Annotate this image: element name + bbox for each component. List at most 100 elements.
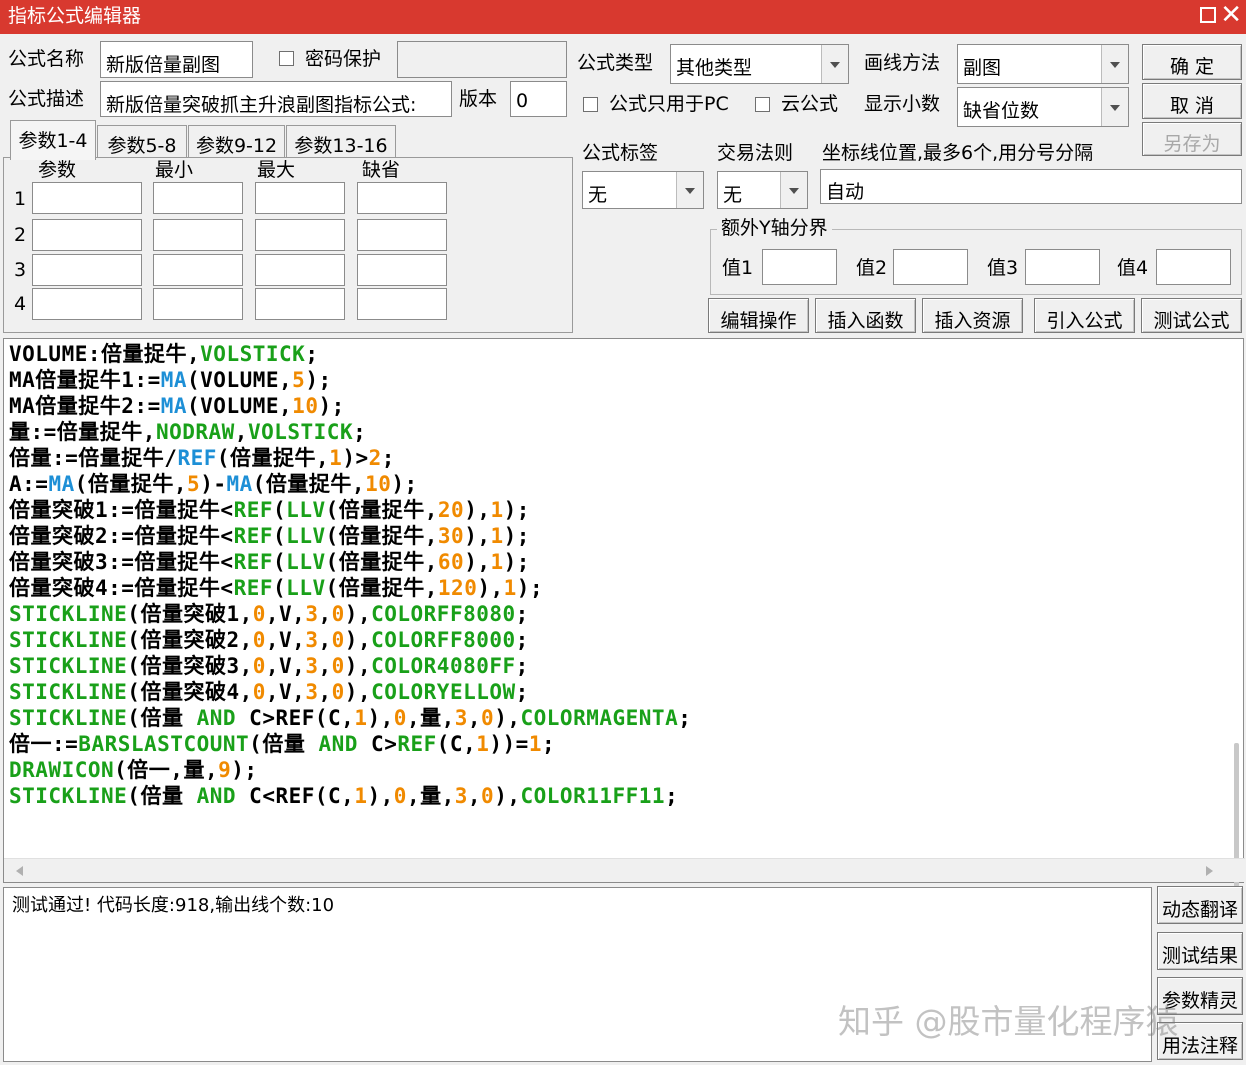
param2-max-input[interactable] [255, 219, 345, 251]
chevron-down-icon[interactable] [1101, 45, 1128, 83]
param1-max-input[interactable] [255, 182, 345, 214]
code-line[interactable]: STICKLINE(倍量突破4,0,V,3,0),COLORYELLOW; [9, 679, 1213, 705]
code-token: (倍量捉牛, [325, 498, 438, 522]
param3-default-input[interactable] [357, 254, 447, 286]
param-header-max: 最大 [257, 159, 296, 181]
save-as-button[interactable]: 另存为 [1142, 122, 1242, 156]
insert-function-button[interactable]: 插入函数 [815, 298, 916, 333]
code-token: ; [353, 420, 367, 444]
code-line[interactable]: 倍量突破2:=倍量捉牛<REF(LLV(倍量捉牛,30),1); [9, 523, 1213, 549]
formula-name-input[interactable]: 新版倍量副图 [100, 41, 253, 78]
test-formula-button[interactable]: 测试公式 [1141, 298, 1242, 333]
pc-only-checkbox[interactable] [583, 97, 598, 112]
import-formula-button[interactable]: 引入公式 [1034, 298, 1135, 333]
code-token: NODRAW [155, 420, 235, 444]
edit-ops-button[interactable]: 编辑操作 [708, 298, 809, 333]
code-token: 倍一:= [9, 732, 79, 756]
code-token: ; [541, 732, 556, 756]
tab-params-5-8[interactable]: 参数5-8 [97, 125, 187, 158]
chevron-down-icon[interactable] [821, 45, 848, 83]
code-line[interactable]: 倍量:=倍量捉牛/REF(倍量捉牛,1)>2; [9, 445, 1213, 471]
decimals-select[interactable]: 缺省位数 [957, 87, 1129, 127]
code-token: ,V, [265, 680, 306, 704]
value1-input[interactable] [762, 249, 837, 285]
code-token: (倍量突破1, [127, 602, 253, 626]
param2-default-input[interactable] [357, 219, 447, 251]
formula-type-select[interactable]: 其他类型 [670, 44, 849, 84]
code-line[interactable]: 倍量突破3:=倍量捉牛<REF(LLV(倍量捉牛,60),1); [9, 549, 1213, 575]
param2-min-input[interactable] [153, 219, 243, 251]
version-input[interactable]: 0 [510, 81, 567, 117]
code-line[interactable]: STICKLINE(倍量突破3,0,V,3,0),COLOR4080FF; [9, 653, 1213, 679]
code-line[interactable]: A:=MA(倍量捉牛,5)-MA(倍量捉牛,10); [9, 471, 1213, 497]
title-bar[interactable]: 指标公式编辑器 ✕ [0, 0, 1246, 34]
code-token: (VOLUME, [187, 368, 293, 392]
code-line[interactable]: STICKLINE(倍量 AND C<REF(C,1),0,量,3,0),COL… [9, 783, 1213, 809]
tab-label: 参数5-8 [107, 135, 177, 157]
trade-rule-select[interactable]: 无 [717, 171, 808, 209]
code-token: ); [318, 394, 345, 418]
version-label: 版本 [459, 88, 498, 110]
test-result-button[interactable]: 测试结果 [1157, 932, 1243, 970]
code-line[interactable]: MA倍量捉牛2:=MA(VOLUME,10); [9, 393, 1213, 419]
code-token: 0 [393, 784, 407, 808]
code-line[interactable]: MA倍量捉牛1:=MA(VOLUME,5); [9, 367, 1213, 393]
param4-default-input[interactable] [357, 288, 447, 320]
code-line[interactable]: VOLUME:倍量捉牛,VOLSTICK; [9, 341, 1213, 367]
code-token: ); [516, 576, 544, 600]
tab-params-13-16[interactable]: 参数13-16 [286, 125, 396, 158]
chevron-down-icon[interactable] [676, 172, 703, 208]
chevron-down-icon[interactable] [780, 172, 807, 208]
code-line[interactable]: 倍量突破1:=倍量捉牛<REF(LLV(倍量捉牛,20),1); [9, 497, 1213, 523]
chevron-down-icon[interactable] [1101, 88, 1128, 126]
code-token: ), [464, 524, 491, 548]
draw-method-select[interactable]: 副图 [957, 44, 1129, 84]
ok-button[interactable]: 确 定 [1142, 44, 1242, 80]
param3-min-input[interactable] [153, 254, 243, 286]
cancel-button[interactable]: 取 消 [1142, 83, 1242, 119]
value2-input[interactable] [893, 249, 968, 285]
scroll-left-icon[interactable] [16, 866, 23, 876]
password-checkbox[interactable] [279, 51, 294, 66]
tab-params-9-12[interactable]: 参数9-12 [188, 125, 285, 158]
code-line[interactable]: STICKLINE(倍量突破1,0,V,3,0),COLORFF8080; [9, 601, 1213, 627]
formula-tag-select[interactable]: 无 [582, 171, 704, 209]
tab-params-1-4[interactable]: 参数1-4 [10, 120, 96, 160]
insert-resource-button[interactable]: 插入资源 [922, 298, 1023, 333]
param3-max-input[interactable] [255, 254, 345, 286]
code-line[interactable]: STICKLINE(倍量 AND C>REF(C,1),0,量,3,0),COL… [9, 705, 1213, 731]
code-token: 3 [305, 680, 319, 704]
scroll-right-icon[interactable] [1206, 866, 1213, 876]
param4-name-input[interactable] [32, 288, 142, 320]
code-token: 1 [503, 576, 517, 600]
value3-input[interactable] [1025, 249, 1100, 285]
code-token: , [318, 680, 332, 704]
code-area[interactable]: VOLUME:倍量捉牛,VOLSTICK; MA倍量捉牛1:=MA(VOLUME,… [9, 341, 1213, 809]
param4-min-input[interactable] [153, 288, 243, 320]
param-row-num: 1 [14, 188, 27, 210]
axis-pos-input[interactable]: 自动 [820, 169, 1242, 204]
param1-default-input[interactable] [357, 182, 447, 214]
formula-desc-input[interactable]: 新版倍量突破抓主升浪副图指标公式: [100, 81, 452, 117]
param2-name-input[interactable] [32, 219, 142, 251]
param1-name-input[interactable] [32, 182, 142, 214]
code-token: 倍量突破4:=倍量捉牛< [9, 576, 234, 600]
code-token: 1 [354, 706, 368, 730]
horizontal-scrollbar[interactable] [4, 858, 1245, 882]
code-line[interactable]: STICKLINE(倍量突破2,0,V,3,0),COLORFF8000; [9, 627, 1213, 653]
code-line[interactable]: DRAWICON(倍一,量,9); [9, 757, 1213, 783]
close-icon[interactable]: ✕ [1220, 2, 1242, 28]
code-token: 量:=倍量捉牛, [9, 420, 156, 444]
code-editor[interactable]: VOLUME:倍量捉牛,VOLSTICK; MA倍量捉牛1:=MA(VOLUME,… [3, 338, 1245, 923]
maximize-icon[interactable] [1200, 7, 1216, 23]
code-token: 倍量突破3:=倍量捉牛< [9, 550, 234, 574]
dynamic-translate-button[interactable]: 动态翻译 [1157, 886, 1243, 924]
param3-name-input[interactable] [32, 254, 142, 286]
cloud-checkbox[interactable] [755, 97, 770, 112]
param1-min-input[interactable] [153, 182, 243, 214]
value4-input[interactable] [1156, 249, 1231, 285]
code-line[interactable]: 量:=倍量捉牛,NODRAW,VOLSTICK; [9, 419, 1213, 445]
code-line[interactable]: 倍量突破4:=倍量捉牛<REF(LLV(倍量捉牛,120),1); [9, 575, 1213, 601]
code-line[interactable]: 倍一:=BARSLASTCOUNT(倍量 AND C>REF(C,1))=1; [9, 731, 1213, 757]
param4-max-input[interactable] [255, 288, 345, 320]
